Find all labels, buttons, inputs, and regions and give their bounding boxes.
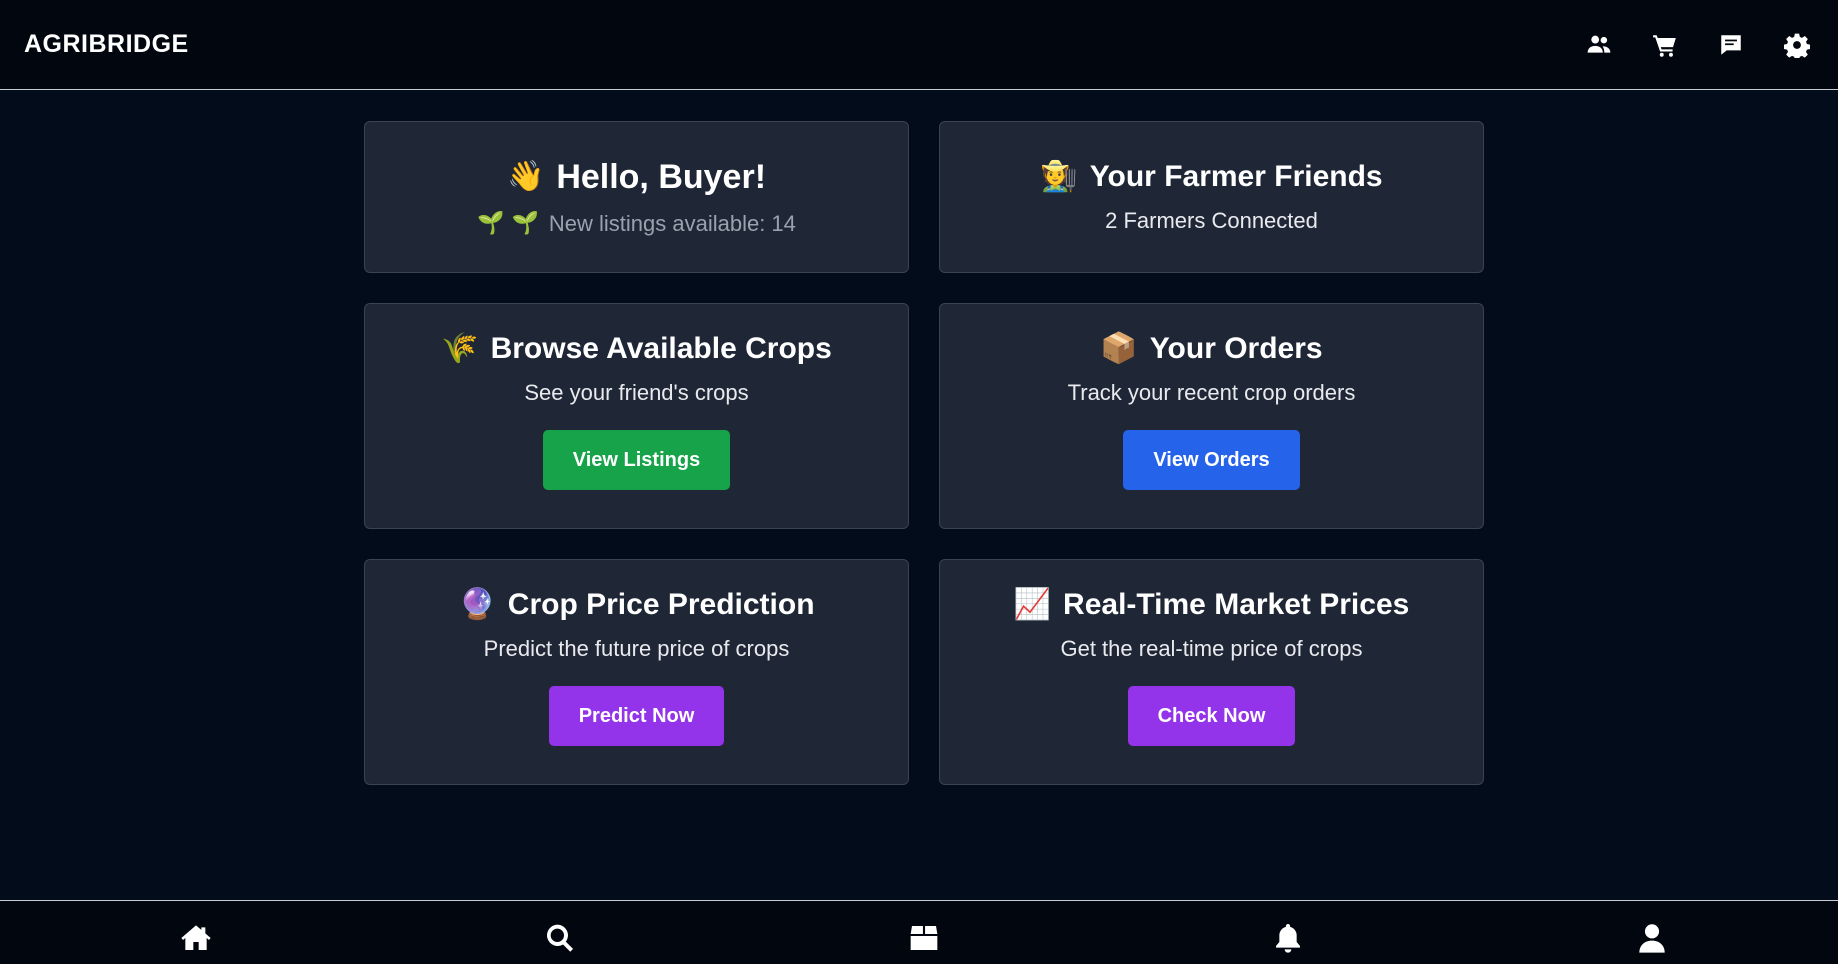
home-icon[interactable] bbox=[179, 921, 213, 955]
friends-icon[interactable] bbox=[1586, 32, 1612, 58]
bell-icon[interactable] bbox=[1271, 921, 1305, 955]
user-icon[interactable] bbox=[1635, 921, 1669, 955]
market-prices-description: Get the real-time price of crops bbox=[1060, 636, 1363, 661]
chat-icon[interactable] bbox=[1718, 32, 1744, 58]
greeting-heading: 👋 Hello, Buyer! bbox=[507, 158, 766, 197]
new-listings-text: New listings available: 14 bbox=[548, 210, 796, 236]
orders-title: Your Orders bbox=[1149, 332, 1323, 365]
farmer-icon: 🧑‍🌾 bbox=[1040, 159, 1078, 194]
browse-crops-description: See your friend's crops bbox=[524, 380, 749, 405]
price-prediction-title: Crop Price Prediction bbox=[507, 588, 815, 621]
view-listings-button[interactable]: View Listings bbox=[542, 430, 731, 490]
waving-hand-icon: 👋 bbox=[506, 159, 545, 194]
browse-crops-heading: 🌾 Browse Available Crops bbox=[441, 332, 832, 366]
browse-crops-card: 🌾 Browse Available Crops See your friend… bbox=[364, 303, 909, 529]
package-icon: 📦 bbox=[1100, 331, 1138, 366]
price-prediction-heading: 🔮 Crop Price Prediction bbox=[458, 588, 814, 622]
wheat-icon: 🌾 bbox=[441, 331, 479, 366]
price-prediction-description: Predict the future price of crops bbox=[483, 636, 790, 661]
view-orders-button[interactable]: View Orders bbox=[1123, 430, 1300, 490]
orders-description: Track your recent crop orders bbox=[1067, 380, 1356, 405]
cart-icon[interactable] bbox=[1652, 32, 1678, 58]
top-navbar: AGRIBRIDGE bbox=[0, 0, 1838, 90]
price-prediction-card: 🔮 Crop Price Prediction Predict the futu… bbox=[364, 559, 909, 785]
greeting-card: 👋 Hello, Buyer! 🌱 🌱 New listings availab… bbox=[364, 121, 909, 273]
new-listings-line: 🌱 🌱 New listings available: 14 bbox=[477, 211, 796, 237]
market-prices-heading: 📈 Real-Time Market Prices bbox=[1014, 588, 1410, 622]
farmer-friends-heading: 🧑‍🌾 Your Farmer Friends bbox=[1040, 160, 1382, 194]
farmer-friends-card[interactable]: 🧑‍🌾 Your Farmer Friends 2 Farmers Connec… bbox=[939, 121, 1484, 273]
predict-now-button[interactable]: Predict Now bbox=[548, 686, 725, 746]
chart-increasing-icon: 📈 bbox=[1013, 587, 1052, 622]
bottom-navbar bbox=[0, 900, 1838, 964]
greeting-title: Hello, Buyer! bbox=[556, 157, 767, 196]
check-now-button[interactable]: Check Now bbox=[1127, 686, 1296, 746]
market-prices-card: 📈 Real-Time Market Prices Get the real-t… bbox=[939, 559, 1484, 785]
farmers-connected-text: 2 Farmers Connected bbox=[1105, 208, 1318, 233]
orders-card: 📦 Your Orders Track your recent crop ord… bbox=[939, 303, 1484, 529]
crystal-ball-icon: 🔮 bbox=[458, 587, 496, 622]
search-icon[interactable] bbox=[543, 921, 577, 955]
dashboard-grid: 👋 Hello, Buyer! 🌱 🌱 New listings availab… bbox=[364, 121, 1484, 785]
box-icon[interactable] bbox=[907, 921, 941, 955]
browse-crops-title: Browse Available Crops bbox=[490, 332, 832, 365]
market-prices-title: Real-Time Market Prices bbox=[1063, 588, 1410, 621]
gear-icon[interactable] bbox=[1784, 32, 1810, 58]
header-actions bbox=[1586, 32, 1814, 58]
orders-heading: 📦 Your Orders bbox=[1100, 332, 1322, 366]
sprout-icon: 🌱 🌱 bbox=[477, 210, 539, 236]
brand-logo[interactable]: AGRIBRIDGE bbox=[24, 30, 189, 59]
farmer-friends-title: Your Farmer Friends bbox=[1089, 160, 1383, 193]
